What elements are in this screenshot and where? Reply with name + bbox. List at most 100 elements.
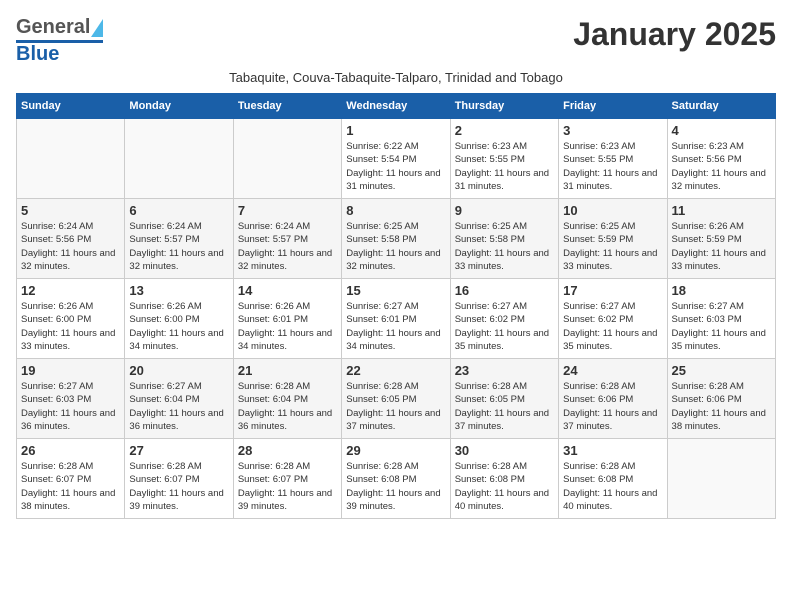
day-number: 15 bbox=[346, 283, 445, 298]
day-number: 7 bbox=[238, 203, 337, 218]
day-info: Sunrise: 6:28 AMSunset: 6:04 PMDaylight:… bbox=[238, 380, 337, 433]
calendar-cell: 13Sunrise: 6:26 AMSunset: 6:00 PMDayligh… bbox=[125, 279, 233, 359]
calendar-cell: 22Sunrise: 6:28 AMSunset: 6:05 PMDayligh… bbox=[342, 359, 450, 439]
day-info: Sunrise: 6:25 AMSunset: 5:58 PMDaylight:… bbox=[346, 220, 445, 273]
day-info: Sunrise: 6:27 AMSunset: 6:03 PMDaylight:… bbox=[672, 300, 771, 353]
day-info: Sunrise: 6:24 AMSunset: 5:56 PMDaylight:… bbox=[21, 220, 120, 273]
header-day-thursday: Thursday bbox=[450, 94, 558, 119]
logo: General Blue bbox=[16, 16, 103, 66]
calendar-cell: 5 Sunrise: 6:24 AMSunset: 5:56 PMDaylight… bbox=[17, 199, 125, 279]
logo-triangle-icon bbox=[91, 19, 103, 37]
calendar-cell: 16 Sunrise: 6:27 AMSunset: 6:02 PMDayligh… bbox=[450, 279, 558, 359]
calendar-cell bbox=[233, 119, 341, 199]
day-number: 14 bbox=[238, 283, 337, 298]
header-day-monday: Monday bbox=[125, 94, 233, 119]
day-number: 5 bbox=[21, 203, 120, 218]
calendar-cell: 9 Sunrise: 6:25 AMSunset: 5:58 PMDaylight… bbox=[450, 199, 558, 279]
day-info: Sunrise: 6:28 AMSunset: 6:06 PMDaylight:… bbox=[672, 380, 771, 433]
day-number: 17 bbox=[563, 283, 662, 298]
calendar-cell: 30 Sunrise: 6:28 AMSunset: 6:08 PMDayligh… bbox=[450, 439, 558, 519]
calendar-cell: 27Sunrise: 6:28 AMSunset: 6:07 PMDayligh… bbox=[125, 439, 233, 519]
day-info: Sunrise: 6:26 AMSunset: 6:01 PMDaylight:… bbox=[238, 300, 337, 353]
calendar-cell bbox=[17, 119, 125, 199]
day-number: 9 bbox=[455, 203, 554, 218]
calendar-cell: 1 Sunrise: 6:22 AMSunset: 5:54 PMDaylight… bbox=[342, 119, 450, 199]
week-row-1: 1 Sunrise: 6:22 AMSunset: 5:54 PMDaylight… bbox=[17, 119, 776, 199]
calendar-cell: 17 Sunrise: 6:27 AMSunset: 6:02 PMDayligh… bbox=[559, 279, 667, 359]
header-day-tuesday: Tuesday bbox=[233, 94, 341, 119]
header-day-friday: Friday bbox=[559, 94, 667, 119]
day-number: 16 bbox=[455, 283, 554, 298]
calendar-cell: 26 Sunrise: 6:28 AMSunset: 6:07 PMDayligh… bbox=[17, 439, 125, 519]
calendar-cell: 29 Sunrise: 6:28 AMSunset: 6:08 PMDayligh… bbox=[342, 439, 450, 519]
day-info: Sunrise: 6:26 AMSunset: 6:00 PMDaylight:… bbox=[21, 300, 120, 353]
calendar-cell: 15 Sunrise: 6:27 AMSunset: 6:01 PMDayligh… bbox=[342, 279, 450, 359]
day-number: 20 bbox=[129, 363, 228, 378]
day-number: 1 bbox=[346, 123, 445, 138]
calendar-cell: 21 Sunrise: 6:28 AMSunset: 6:04 PMDayligh… bbox=[233, 359, 341, 439]
day-number: 4 bbox=[672, 123, 771, 138]
calendar-cell: 4 Sunrise: 6:23 AMSunset: 5:56 PMDaylight… bbox=[667, 119, 775, 199]
week-row-3: 12 Sunrise: 6:26 AMSunset: 6:00 PMDayligh… bbox=[17, 279, 776, 359]
calendar-cell: 20 Sunrise: 6:27 AMSunset: 6:04 PMDayligh… bbox=[125, 359, 233, 439]
calendar-cell: 18Sunrise: 6:27 AMSunset: 6:03 PMDayligh… bbox=[667, 279, 775, 359]
calendar-cell: 11Sunrise: 6:26 AMSunset: 5:59 PMDayligh… bbox=[667, 199, 775, 279]
day-number: 6 bbox=[129, 203, 228, 218]
day-info: Sunrise: 6:26 AMSunset: 5:59 PMDaylight:… bbox=[672, 220, 771, 273]
day-number: 25 bbox=[672, 363, 771, 378]
calendar-cell: 23Sunrise: 6:28 AMSunset: 6:05 PMDayligh… bbox=[450, 359, 558, 439]
day-info: Sunrise: 6:28 AMSunset: 6:08 PMDaylight:… bbox=[346, 460, 445, 513]
day-number: 28 bbox=[238, 443, 337, 458]
day-number: 29 bbox=[346, 443, 445, 458]
day-info: Sunrise: 6:24 AMSunset: 5:57 PMDaylight:… bbox=[129, 220, 228, 273]
day-info: Sunrise: 6:27 AMSunset: 6:04 PMDaylight:… bbox=[129, 380, 228, 433]
day-number: 24 bbox=[563, 363, 662, 378]
day-number: 2 bbox=[455, 123, 554, 138]
day-info: Sunrise: 6:28 AMSunset: 6:06 PMDaylight:… bbox=[563, 380, 662, 433]
day-number: 26 bbox=[21, 443, 120, 458]
week-row-2: 5 Sunrise: 6:24 AMSunset: 5:56 PMDaylight… bbox=[17, 199, 776, 279]
day-number: 12 bbox=[21, 283, 120, 298]
calendar-cell: 6 Sunrise: 6:24 AMSunset: 5:57 PMDaylight… bbox=[125, 199, 233, 279]
calendar-cell: 12 Sunrise: 6:26 AMSunset: 6:00 PMDayligh… bbox=[17, 279, 125, 359]
day-number: 3 bbox=[563, 123, 662, 138]
calendar-cell: 7 Sunrise: 6:24 AMSunset: 5:57 PMDaylight… bbox=[233, 199, 341, 279]
day-info: Sunrise: 6:28 AMSunset: 6:07 PMDaylight:… bbox=[238, 460, 337, 513]
calendar-cell bbox=[125, 119, 233, 199]
calendar-cell: 3 Sunrise: 6:23 AMSunset: 5:55 PMDaylight… bbox=[559, 119, 667, 199]
day-number: 10 bbox=[563, 203, 662, 218]
day-info: Sunrise: 6:28 AMSunset: 6:05 PMDaylight:… bbox=[346, 380, 445, 433]
logo-general-text: General bbox=[16, 16, 90, 39]
day-info: Sunrise: 6:27 AMSunset: 6:01 PMDaylight:… bbox=[346, 300, 445, 353]
day-info: Sunrise: 6:24 AMSunset: 5:57 PMDaylight:… bbox=[238, 220, 337, 273]
subtitle: Tabaquite, Couva-Tabaquite-Talparo, Trin… bbox=[16, 70, 776, 85]
day-number: 8 bbox=[346, 203, 445, 218]
calendar-cell: 25 Sunrise: 6:28 AMSunset: 6:06 PMDayligh… bbox=[667, 359, 775, 439]
month-title: January 2025 bbox=[573, 16, 776, 53]
day-info: Sunrise: 6:23 AMSunset: 5:56 PMDaylight:… bbox=[672, 140, 771, 193]
day-info: Sunrise: 6:23 AMSunset: 5:55 PMDaylight:… bbox=[563, 140, 662, 193]
day-info: Sunrise: 6:27 AMSunset: 6:02 PMDaylight:… bbox=[563, 300, 662, 353]
day-number: 21 bbox=[238, 363, 337, 378]
day-info: Sunrise: 6:27 AMSunset: 6:02 PMDaylight:… bbox=[455, 300, 554, 353]
page-header: General Blue January 2025 bbox=[16, 16, 776, 66]
day-number: 19 bbox=[21, 363, 120, 378]
calendar-cell: 31Sunrise: 6:28 AMSunset: 6:08 PMDayligh… bbox=[559, 439, 667, 519]
logo-blue-text: Blue bbox=[16, 43, 59, 65]
day-number: 23 bbox=[455, 363, 554, 378]
day-info: Sunrise: 6:28 AMSunset: 6:08 PMDaylight:… bbox=[455, 460, 554, 513]
day-number: 13 bbox=[129, 283, 228, 298]
day-number: 30 bbox=[455, 443, 554, 458]
day-info: Sunrise: 6:22 AMSunset: 5:54 PMDaylight:… bbox=[346, 140, 445, 193]
day-number: 31 bbox=[563, 443, 662, 458]
day-info: Sunrise: 6:25 AMSunset: 5:58 PMDaylight:… bbox=[455, 220, 554, 273]
days-header-row: SundayMondayTuesdayWednesdayThursdayFrid… bbox=[17, 94, 776, 119]
day-info: Sunrise: 6:23 AMSunset: 5:55 PMDaylight:… bbox=[455, 140, 554, 193]
day-info: Sunrise: 6:25 AMSunset: 5:59 PMDaylight:… bbox=[563, 220, 662, 273]
header-day-saturday: Saturday bbox=[667, 94, 775, 119]
day-info: Sunrise: 6:28 AMSunset: 6:07 PMDaylight:… bbox=[21, 460, 120, 513]
day-info: Sunrise: 6:27 AMSunset: 6:03 PMDaylight:… bbox=[21, 380, 120, 433]
calendar-cell: 19 Sunrise: 6:27 AMSunset: 6:03 PMDayligh… bbox=[17, 359, 125, 439]
header-day-sunday: Sunday bbox=[17, 94, 125, 119]
calendar-cell: 8 Sunrise: 6:25 AMSunset: 5:58 PMDaylight… bbox=[342, 199, 450, 279]
